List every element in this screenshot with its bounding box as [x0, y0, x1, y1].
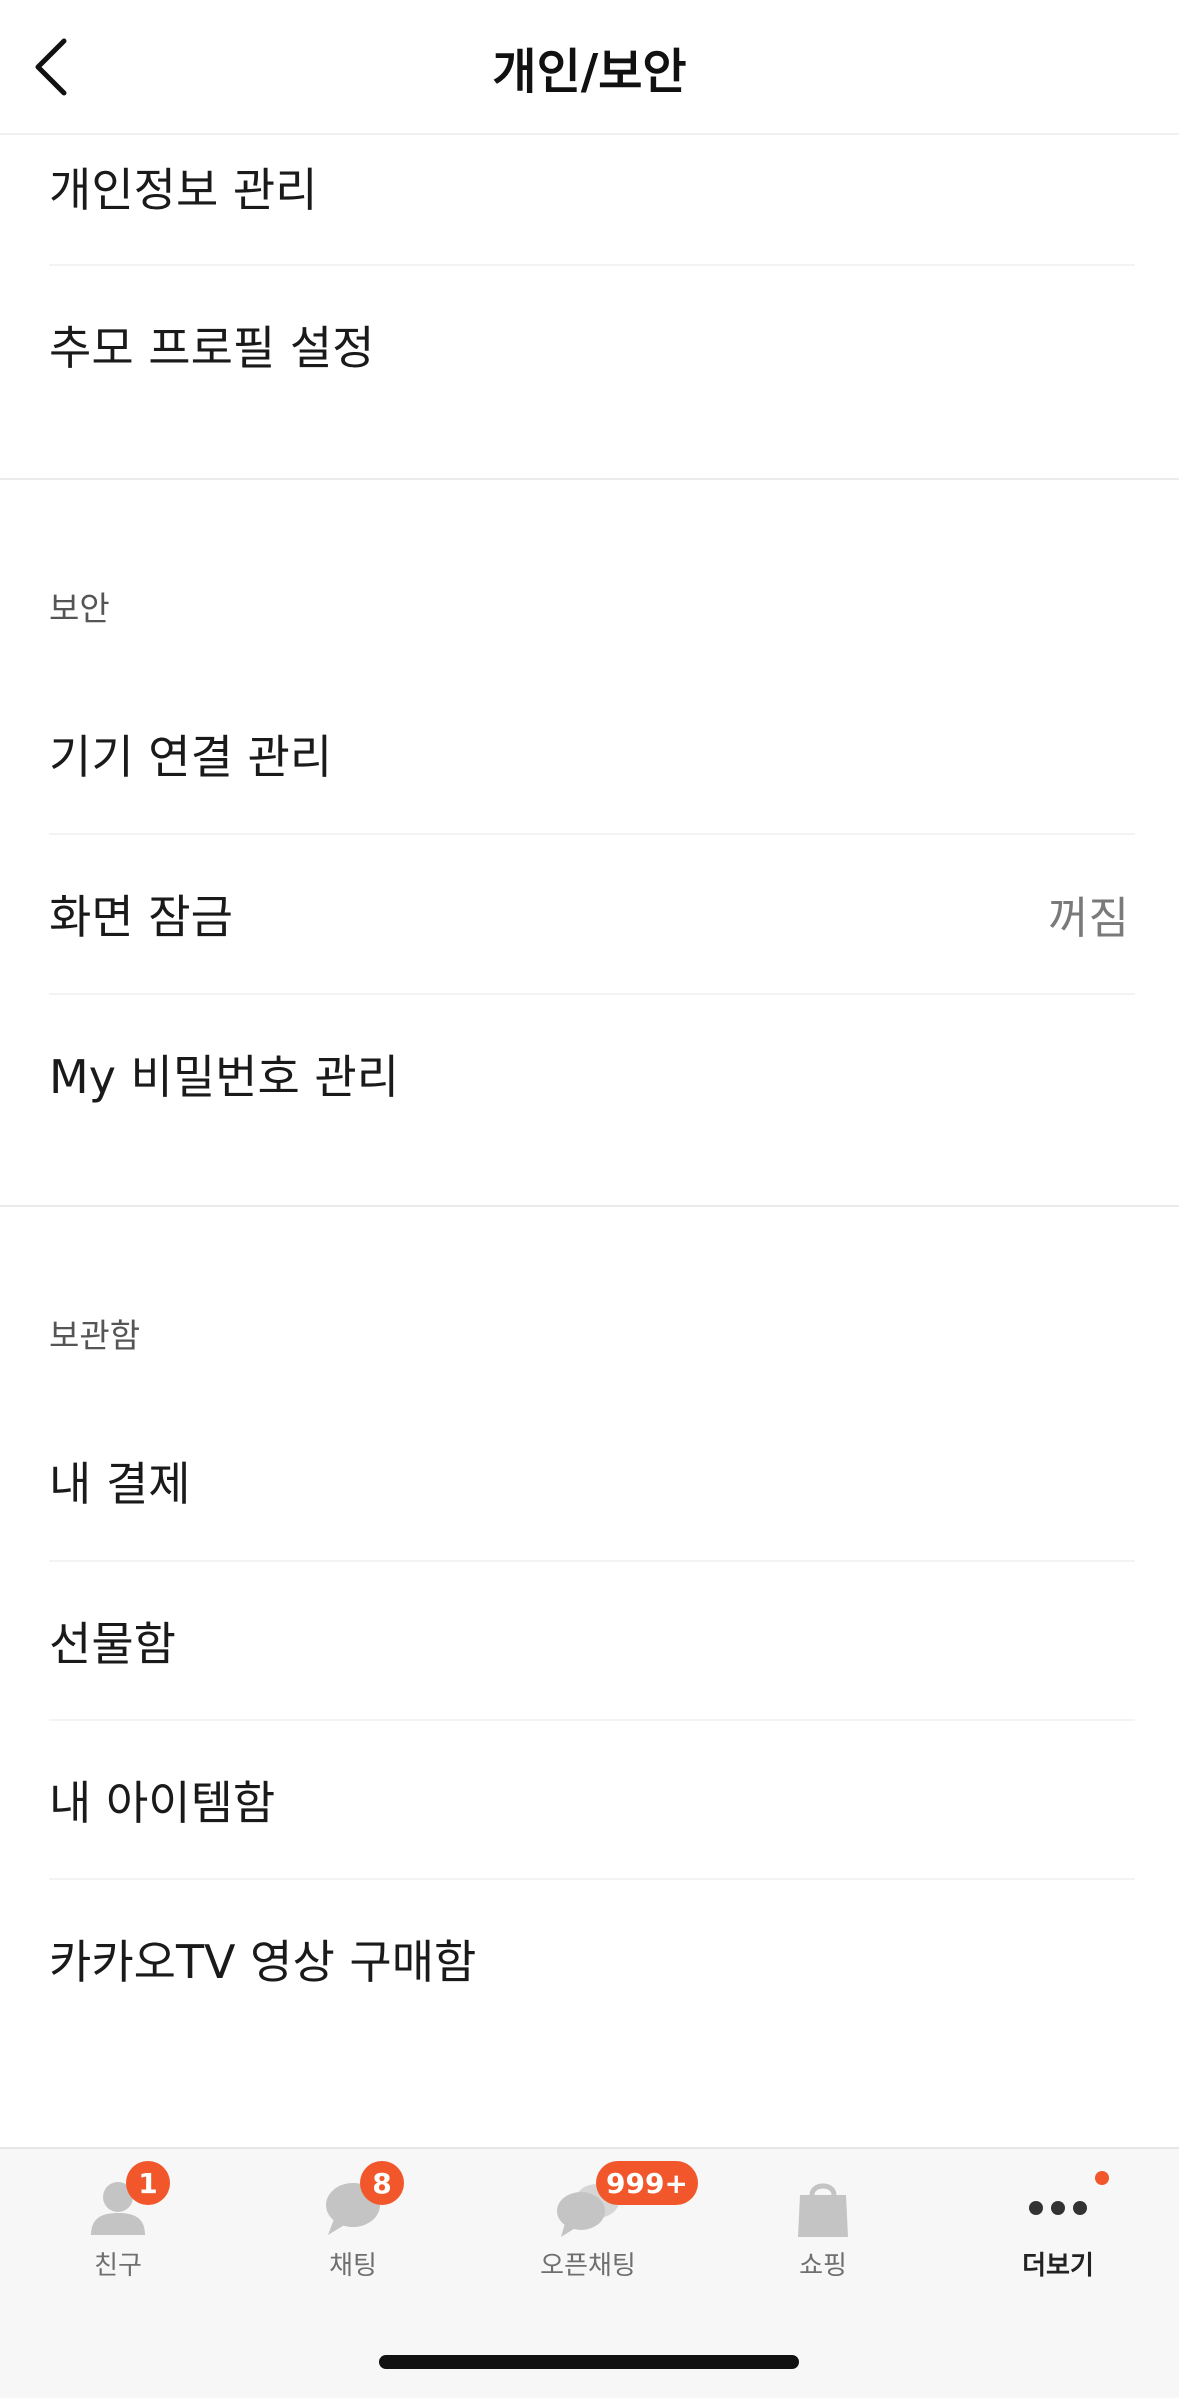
- list-item-privacy-management[interactable]: 개인정보 관리: [0, 108, 1179, 266]
- list-item-my-payments[interactable]: 내 결제: [0, 1402, 1179, 1560]
- shopping-bag-icon: [798, 2183, 848, 2237]
- tab-friends[interactable]: 1 친구: [18, 2149, 218, 2289]
- section-separator: [0, 1205, 1179, 1207]
- list-item-memorial-profile[interactable]: 추모 프로필 설정: [0, 266, 1179, 424]
- list-item-label: 선물함: [49, 1617, 176, 1671]
- list-item-gift-box[interactable]: 선물함: [0, 1562, 1179, 1720]
- list-item-label: 카카오TV 영상 구매함: [49, 1935, 477, 1989]
- list-item-device-connection[interactable]: 기기 연결 관리: [0, 675, 1179, 833]
- list-item-label: 추모 프로필 설정: [49, 321, 375, 375]
- tab-label: 더보기: [1022, 2251, 1094, 2281]
- list-item-label: 개인정보 관리: [49, 163, 318, 217]
- section-header-security: 보안: [49, 589, 110, 628]
- screen-lock-status: 꺼짐: [1048, 893, 1129, 944]
- tab-more[interactable]: 더보기: [958, 2149, 1158, 2289]
- section-header-storage: 보관함: [49, 1316, 141, 1355]
- list-item-my-password[interactable]: My 비밀번호 관리: [0, 995, 1179, 1153]
- list-item-label: My 비밀번호 관리: [49, 1050, 400, 1104]
- notification-badge: 999+: [596, 2161, 698, 2205]
- more-dots-icon: [1029, 2201, 1087, 2215]
- list-item-label: 기기 연결 관리: [49, 730, 333, 784]
- tab-label: 오픈채팅: [540, 2251, 636, 2281]
- notification-badge: 1: [126, 2161, 170, 2205]
- list-item-kakaotv-purchases[interactable]: 카카오TV 영상 구매함: [0, 1880, 1179, 2038]
- tab-label: 친구: [94, 2251, 142, 2281]
- tab-shopping[interactable]: 쇼핑: [723, 2149, 923, 2289]
- section-separator: [0, 478, 1179, 480]
- list-item-my-items[interactable]: 내 아이템함: [0, 1721, 1179, 1879]
- notification-badge: 8: [360, 2161, 404, 2205]
- tab-label: 채팅: [329, 2251, 377, 2281]
- list-item-label: 내 아이템함: [49, 1776, 276, 1830]
- tab-label: 쇼핑: [799, 2251, 847, 2281]
- list-item-screen-lock[interactable]: 화면 잠금 꺼짐: [0, 835, 1179, 993]
- new-indicator-dot: [1095, 2171, 1109, 2185]
- list-item-label: 화면 잠금: [49, 890, 233, 944]
- home-indicator[interactable]: [379, 2355, 799, 2369]
- list-item-label: 내 결제: [49, 1457, 191, 1511]
- tab-chats[interactable]: 8 채팅: [253, 2149, 453, 2289]
- tab-open-chat[interactable]: 999+ 오픈채팅: [488, 2149, 698, 2289]
